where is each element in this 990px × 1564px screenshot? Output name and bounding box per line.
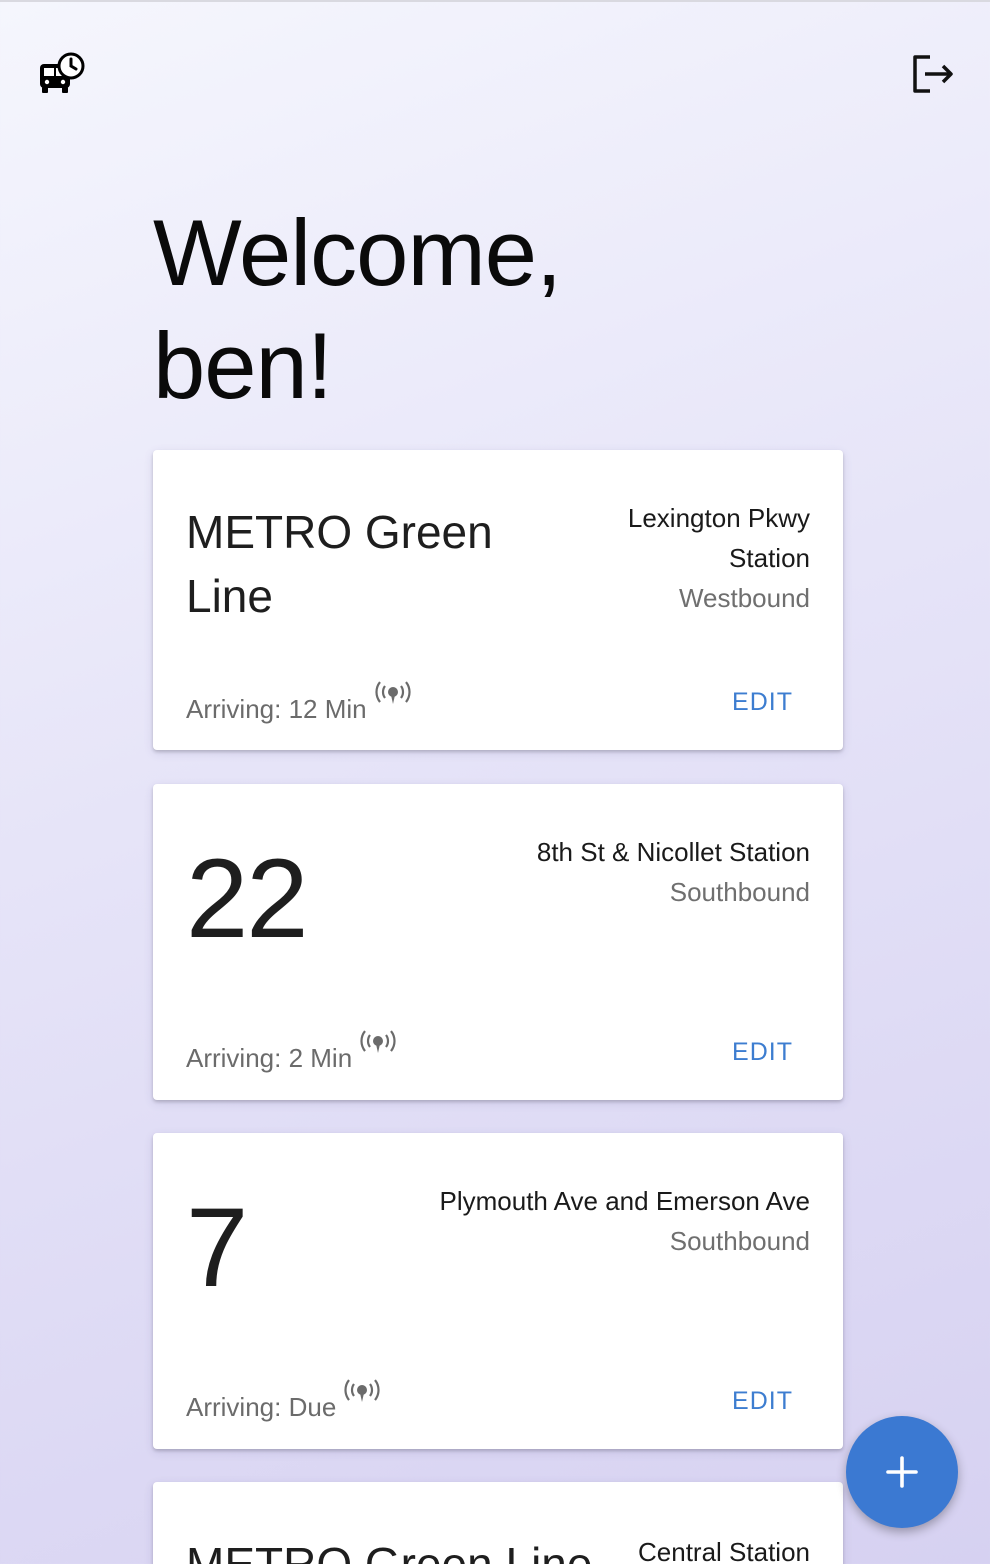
route-name: 22 (186, 836, 309, 961)
edit-button[interactable]: EDIT (732, 688, 793, 717)
direction: Southbound (669, 1226, 810, 1256)
realtime-signal-icon (375, 680, 411, 708)
plus-icon (886, 1456, 918, 1488)
edit-button[interactable]: EDIT (732, 1038, 793, 1067)
user-name: ben! (153, 313, 333, 418)
route-card: METRO Green Line Central Station (153, 1482, 843, 1564)
arrival-label: Arriving: 12 Min (186, 694, 367, 724)
route-name: METRO Green Line (186, 1538, 593, 1564)
route-card: 7 Plymouth Ave and Emerson Ave Southboun… (153, 1133, 843, 1449)
arrival-time: Arriving: Due (186, 1379, 380, 1423)
route-card: METRO Green Line Lexington Pkwy Station … (153, 450, 843, 750)
route-card: 22 8th St & Nicollet Station Southbound … (153, 784, 843, 1100)
arrival-time: Arriving: 2 Min (186, 1030, 396, 1074)
stop-info: Central Station (570, 1532, 810, 1564)
edit-button[interactable]: EDIT (732, 1387, 793, 1416)
welcome-heading: Welcome, ben! (153, 196, 562, 422)
stop-info: Lexington Pkwy Station Westbound (570, 498, 810, 618)
stop-info: 8th St & Nicollet Station Southbound (410, 832, 810, 912)
realtime-signal-icon (344, 1378, 380, 1406)
welcome-line: Welcome, (153, 200, 562, 305)
arrival-label: Arriving: Due (186, 1392, 337, 1422)
stop-name: Central Station (638, 1537, 810, 1564)
stop-info: Plymouth Ave and Emerson Ave Southbound (370, 1181, 811, 1261)
arrival-time: Arriving: 12 Min (186, 681, 411, 725)
realtime-signal-icon (360, 1029, 396, 1057)
top-border (0, 0, 990, 2)
route-name: 7 (186, 1185, 248, 1310)
route-name: METRO Green Line (186, 506, 493, 622)
stop-name: Plymouth Ave and Emerson Ave (439, 1186, 811, 1216)
stop-name: Lexington Pkwy Station (627, 503, 810, 573)
arrival-label: Arriving: 2 Min (186, 1043, 353, 1073)
direction: Southbound (669, 877, 810, 907)
add-route-button[interactable] (846, 1416, 958, 1528)
direction: Westbound (678, 583, 810, 613)
bus-clock-icon (38, 50, 86, 98)
logout-icon[interactable] (910, 52, 956, 96)
stop-name: 8th St & Nicollet Station (536, 837, 810, 867)
